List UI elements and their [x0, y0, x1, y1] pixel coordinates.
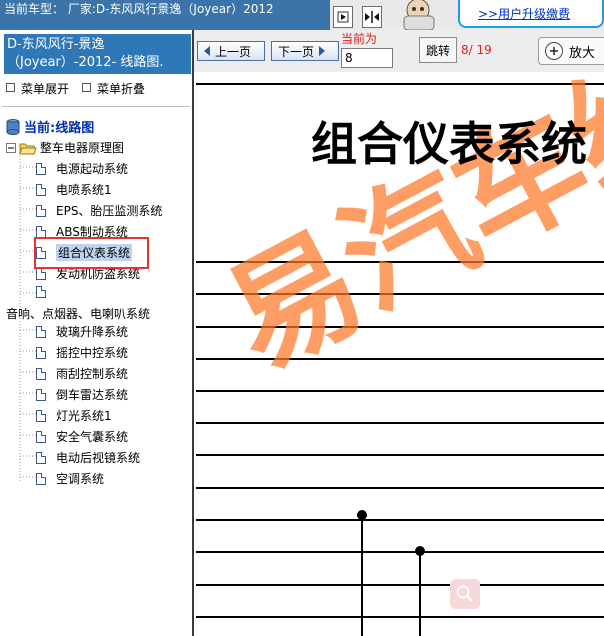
prev-page-button[interactable]: 上一页 — [197, 41, 265, 61]
menu-collapse-label: 菜单折叠 — [97, 82, 146, 96]
tree-item-label: 灯光系统1 — [56, 409, 112, 423]
square-bullet-icon — [6, 83, 15, 92]
document-icon — [36, 183, 46, 196]
tree-item[interactable]: EPS、胎压监测系统 — [36, 202, 162, 219]
tree-item-label: 空调系统 — [56, 472, 105, 486]
tree-item[interactable]: 倒车雷达系统 — [36, 386, 128, 403]
sidebar-divider — [2, 106, 190, 107]
tree-item[interactable]: 玻璃升降系统 — [36, 323, 128, 340]
document-icon — [36, 325, 46, 338]
tree-item[interactable]: 电源起动系统 — [36, 160, 128, 177]
next-page-button[interactable]: 下一页 — [271, 41, 339, 61]
tree-item-label: 摇控中控系统 — [56, 346, 129, 360]
document-icon — [36, 286, 46, 298]
zoom-in-label: 放大 — [569, 45, 596, 61]
document-icon — [36, 388, 46, 401]
page-count: 8/ 19 — [461, 43, 492, 57]
document-icon — [36, 267, 46, 280]
diagram-title: 组合仪表系统 — [311, 117, 587, 171]
tree-item[interactable]: 灯光系统1 — [36, 407, 112, 424]
next-page-label: 下一页 — [278, 44, 315, 59]
current-page-label: 当前为 — [341, 32, 378, 46]
tree-root-label: 整车电器原理图 — [40, 141, 125, 155]
tree-item[interactable]: 安全气囊系统 — [36, 428, 128, 445]
magnifier-icon — [456, 585, 473, 602]
tree-item-label: 雨刮控制系统 — [56, 367, 129, 381]
arrow-left-icon — [204, 46, 210, 56]
split-view-button[interactable] — [362, 6, 382, 28]
pin-icon — [337, 11, 349, 23]
tree-item-label: EPS、胎压监测系统 — [56, 204, 163, 218]
pin-sidebar-button[interactable] — [333, 6, 353, 28]
model-title-line2: （Joyear）-2012- 线路图. — [7, 55, 164, 70]
document-icon — [36, 162, 46, 175]
document-icon — [36, 451, 46, 464]
vehicle-info-text: 当前车型： 厂家:D-东风风行景逸（Joyear）2012 — [4, 2, 274, 16]
tree-item[interactable] — [36, 286, 56, 298]
prev-page-label: 上一页 — [215, 44, 252, 59]
document-icon — [36, 204, 46, 217]
menu-collapse-button[interactable]: 菜单折叠 — [82, 80, 145, 97]
arrow-right-icon — [319, 46, 326, 56]
mascot-icon — [403, 0, 435, 31]
document-icon — [36, 367, 46, 380]
floating-zoom-button[interactable] — [450, 579, 480, 609]
zoom-in-icon — [545, 42, 563, 60]
tree-item[interactable]: 电动后视镜系统 — [36, 449, 140, 466]
jump-button[interactable]: 跳转 — [419, 37, 457, 63]
vehicle-info-bar: 当前车型： 厂家:D-东风风行景逸（Joyear）2012 — [0, 0, 330, 30]
zoom-in-button[interactable]: 放大 — [538, 37, 604, 65]
menu-expand-button[interactable]: 菜单展开 — [6, 80, 69, 97]
tree-item-label: 玻璃升降系统 — [56, 325, 129, 339]
document-icon — [36, 346, 46, 359]
page-number-input[interactable] — [341, 48, 393, 68]
tree-item-audio[interactable]: 音响、点烟器、电喇叭系统 — [6, 305, 150, 322]
model-title: D-东风风行-景逸 （Joyear）-2012- 线路图. — [4, 34, 191, 74]
current-path-label: 当前:线路图 — [24, 121, 95, 136]
tree-item-label: 电源起动系统 — [56, 162, 129, 176]
tree-item[interactable]: 电喷系统1 — [36, 181, 112, 198]
selection-highlight-box — [34, 237, 149, 269]
square-bullet-icon — [82, 83, 91, 92]
database-icon — [6, 118, 20, 135]
document-icon — [36, 472, 46, 485]
upgrade-payment-link[interactable]: >>用户升级缴费 — [478, 5, 570, 22]
mascot-logo — [390, 0, 450, 31]
tree-item[interactable]: 摇控中控系统 — [36, 344, 128, 361]
model-title-line1: D-东风风行-景逸 — [7, 37, 105, 52]
tree-item-label: 倒车雷达系统 — [56, 388, 129, 402]
tree-item-label: 电喷系统1 — [56, 183, 112, 197]
tree-item-label: 电动后视镜系统 — [56, 451, 141, 465]
tree-item[interactable]: 雨刮控制系统 — [36, 365, 128, 382]
tree-item-label: 安全气囊系统 — [56, 430, 129, 444]
document-icon — [36, 225, 46, 238]
menu-expand-label: 菜单展开 — [21, 82, 70, 96]
document-icon — [36, 430, 46, 443]
tree-item[interactable]: 空调系统 — [36, 470, 104, 487]
document-icon — [36, 409, 46, 422]
current-path: 当前:线路图 — [6, 117, 94, 136]
split-arrows-icon — [365, 11, 379, 23]
